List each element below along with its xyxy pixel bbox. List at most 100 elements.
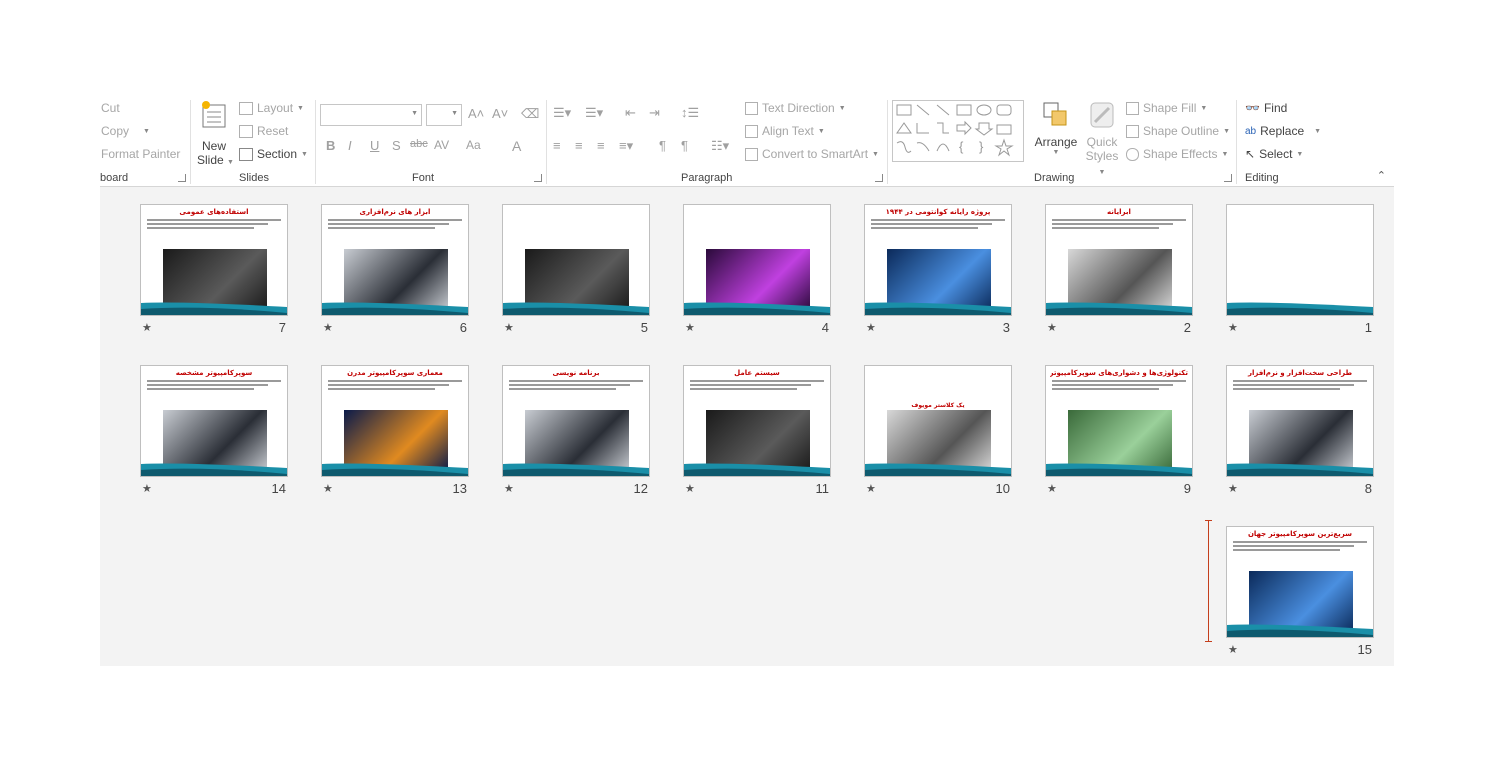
slide-title: ابرایانه	[1107, 208, 1131, 216]
svg-text:}: }	[979, 139, 984, 154]
slide-wave-decoration	[503, 302, 649, 315]
slide-title: برنامه نویسی	[552, 369, 600, 377]
find-label: Find	[1263, 101, 1288, 115]
slide-thumbnail[interactable]: طراحی سخت‌افزار و نرم‌افزار	[1226, 365, 1374, 477]
slide-text-lines	[1052, 378, 1186, 392]
quick-styles-label: Quick	[1086, 135, 1118, 149]
animation-star-icon: ★	[142, 483, 152, 495]
slide-wave-decoration	[865, 302, 1011, 315]
slide-title: سوپرکامپیوتر مشخصه	[175, 369, 253, 377]
slide-thumbnail[interactable]	[502, 204, 650, 316]
chevron-down-icon: ▼	[1223, 127, 1230, 135]
animation-star-icon: ★	[866, 322, 876, 334]
slide-title: سیستم عامل	[734, 369, 780, 377]
animation-star-icon: ★	[1047, 322, 1057, 334]
slide-number: 10	[995, 481, 1010, 496]
shape-effects-label: Shape Effects	[1143, 147, 1218, 161]
slide-wave-decoration	[1227, 463, 1373, 476]
shape-outline-button[interactable]: Shape Outline ▼	[1126, 124, 1230, 138]
slide-thumbnail[interactable]: سوپرکامپیوتر مشخصه	[140, 365, 288, 477]
select-button[interactable]: ↖ Select ▼	[1245, 147, 1303, 161]
drawing-group-label: Drawing	[1034, 172, 1075, 184]
slide-number: 13	[452, 481, 467, 496]
slide-title: ابزار های نرم‌افزاری	[359, 208, 431, 216]
slide-thumbnail[interactable]	[1226, 204, 1374, 316]
slide-title: سریع‌ترین سوپرکامپیوتر جهان	[1247, 530, 1353, 538]
shape-effects-icon	[1126, 147, 1139, 161]
arrange-label: Arrange	[1034, 135, 1078, 149]
shape-effects-button[interactable]: Shape Effects ▼	[1126, 147, 1228, 161]
slide-thumbnail[interactable]: سیستم عامل	[683, 365, 831, 477]
slide-subtitle: یک کلاستر مویوف	[911, 402, 965, 409]
slide-number: 3	[1002, 320, 1010, 335]
slide-thumbnail[interactable]: ابرایانه	[1045, 204, 1193, 316]
slide-thumbnail[interactable]: استفاده‌های عمومی	[140, 204, 288, 316]
quick-styles-button[interactable]: Quick Styles ▼	[1082, 100, 1122, 177]
arrange-button[interactable]: Arrange ▼	[1034, 100, 1078, 156]
slide-text-lines	[147, 378, 281, 392]
chevron-down-icon: ▼	[1200, 104, 1208, 112]
select-label: Select	[1259, 147, 1293, 161]
animation-star-icon: ★	[685, 483, 695, 495]
animation-star-icon: ★	[1228, 483, 1238, 495]
animation-star-icon: ★	[1228, 644, 1238, 656]
slide-number: 6	[459, 320, 467, 335]
slide-wave-decoration	[141, 302, 287, 315]
animation-star-icon: ★	[504, 483, 514, 495]
slide-thumbnail[interactable]	[683, 204, 831, 316]
dialog-launcher-icon[interactable]	[1224, 174, 1232, 182]
animation-star-icon: ★	[504, 322, 514, 334]
slide-thumbnail[interactable]: معماری سوپرکامپیوتر مدرن	[321, 365, 469, 477]
animation-star-icon: ★	[685, 322, 695, 334]
drawing-group: {} Arrange ▼ Quick Styles ▼ Shape Fill ▼ …	[100, 96, 1236, 186]
slide-thumbnail[interactable]: پروژه رایانه کوانتومی در ۱۹۴۴	[864, 204, 1012, 316]
slide-number: 11	[815, 481, 830, 496]
powerpoint-window: Cut Copy ▼ Format Painter board New Slide…	[100, 96, 1394, 666]
pen-icon	[1126, 124, 1139, 138]
shape-fill-button[interactable]: Shape Fill ▼	[1126, 101, 1207, 115]
slide-text-lines	[871, 217, 1005, 231]
insertion-marker	[1205, 520, 1212, 642]
slide-text-lines	[328, 378, 462, 392]
slide-title: معماری سوپرکامپیوتر مدرن	[347, 369, 443, 377]
slide-wave-decoration	[1227, 302, 1373, 315]
slide-wave-decoration	[865, 463, 1011, 476]
find-button[interactable]: 👓 Find	[1245, 101, 1287, 115]
ribbon: Cut Copy ▼ Format Painter board New Slide…	[100, 96, 1394, 187]
shapes-gallery[interactable]: {}	[892, 100, 1024, 162]
slide-title: تکنولوژی‌ها و دشواری‌های سوپرکامپیوترها	[1050, 369, 1188, 377]
chevron-down-icon: ▼	[1221, 150, 1229, 158]
slide-thumbnail[interactable]: سریع‌ترین سوپرکامپیوتر جهان	[1226, 526, 1374, 638]
slide-number: 4	[821, 320, 829, 335]
replace-icon: ab	[1245, 125, 1257, 137]
animation-star-icon: ★	[866, 483, 876, 495]
replace-button[interactable]: ab Replace ▼	[1245, 124, 1321, 138]
slide-text-lines	[147, 217, 281, 231]
chevron-down-icon: ▼	[1314, 127, 1322, 135]
slide-number: 5	[640, 320, 648, 335]
chevron-down-icon: ▼	[1098, 169, 1106, 176]
slide-thumbnail[interactable]: ابزار های نرم‌افزاری	[321, 204, 469, 316]
slide-thumbnail[interactable]: برنامه نویسی	[502, 365, 650, 477]
slide-wave-decoration	[684, 463, 830, 476]
animation-star-icon: ★	[142, 322, 152, 334]
replace-label: Replace	[1260, 124, 1305, 138]
slide-wave-decoration	[684, 302, 830, 315]
slide-title: طراحی سخت‌افزار و نرم‌افزار	[1247, 369, 1353, 377]
cursor-icon: ↖	[1245, 147, 1256, 161]
collapse-ribbon-icon[interactable]: ⌃	[1377, 169, 1386, 182]
slide-wave-decoration	[322, 463, 468, 476]
arrange-icon	[1043, 102, 1067, 126]
slide-sorter: 1 ★ ابرایانه 2 ★ پروژه رایانه کوانتومی در ۱۹۴…	[100, 187, 1394, 666]
slide-thumbnail[interactable]: تکنولوژی‌ها و دشواری‌های سوپرکامپیوترها	[1045, 365, 1193, 477]
slide-title: استفاده‌های عمومی	[179, 208, 249, 216]
slide-thumbnail[interactable]: یک کلاستر مویوف	[864, 365, 1012, 477]
slide-wave-decoration	[1046, 463, 1192, 476]
slide-text-lines	[1052, 217, 1186, 231]
slide-number: 15	[1357, 642, 1372, 657]
chevron-down-icon: ▼	[1296, 150, 1304, 158]
animation-star-icon: ★	[1228, 322, 1238, 334]
slide-text-lines	[328, 217, 462, 231]
paint-bucket-icon	[1126, 101, 1139, 115]
slide-number: 1	[1364, 320, 1372, 335]
